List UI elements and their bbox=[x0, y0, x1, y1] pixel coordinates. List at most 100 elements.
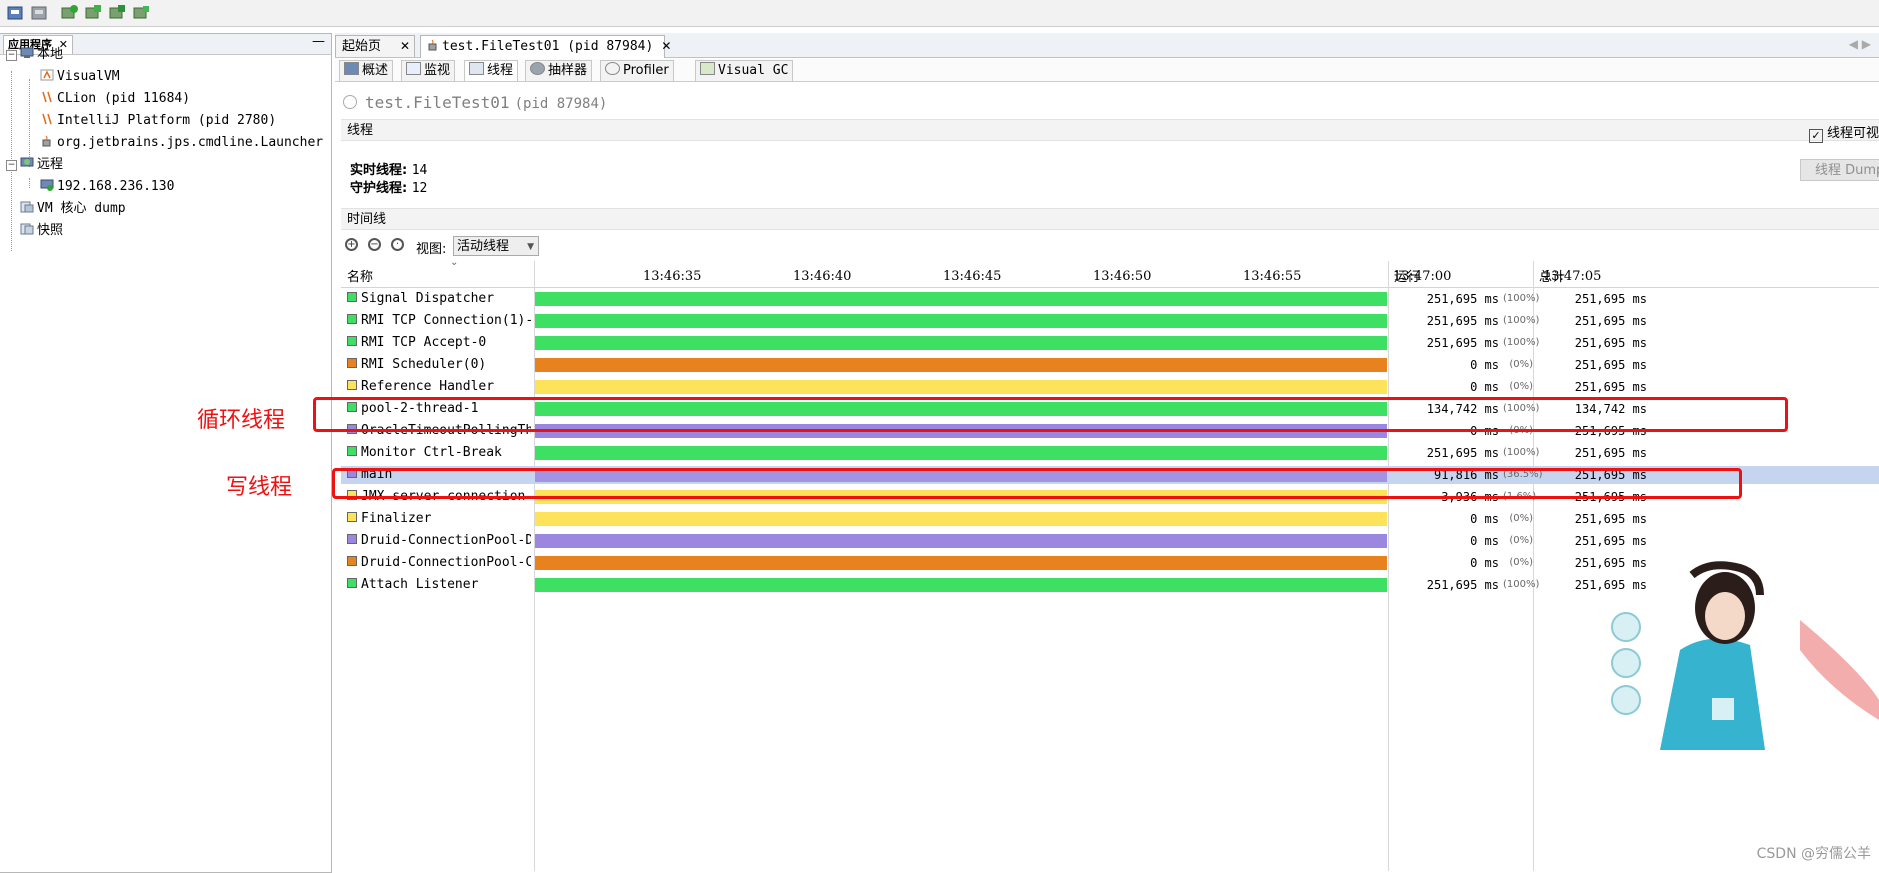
minimize-icon[interactable]: — bbox=[312, 34, 325, 49]
thread-run-time: 0 ms bbox=[1470, 358, 1499, 372]
thread-run-time: 0 ms bbox=[1470, 512, 1499, 526]
thread-name: Finalizer bbox=[347, 510, 531, 528]
table-row[interactable]: Finalizer 0 ms (0%) 251,695 ms bbox=[341, 510, 1879, 528]
table-row[interactable]: Signal Dispatcher 251,695 ms (100%) 251,695… bbox=[341, 290, 1879, 308]
thread-timeline-bar[interactable] bbox=[535, 578, 1387, 592]
expand-remote-toggle[interactable]: − bbox=[6, 160, 17, 171]
close-icon[interactable]: ✕ bbox=[400, 36, 410, 57]
tree-line bbox=[29, 79, 30, 167]
thread-name-label: Reference Handler bbox=[361, 379, 495, 394]
tab-threads[interactable]: 线程 bbox=[464, 60, 519, 81]
tree-line bbox=[29, 178, 30, 188]
tab-monitor-label: 监视 bbox=[424, 63, 451, 78]
thread-run-time: 251,695 ms bbox=[1426, 314, 1499, 328]
timeline-section-title: 时间线 bbox=[347, 212, 387, 227]
close-icon[interactable]: ✕ bbox=[661, 39, 671, 53]
zoom-fit-icon[interactable]: · bbox=[391, 238, 404, 251]
tree-label-vm-dump: VM 核心 dump bbox=[37, 201, 126, 216]
thread-state-icon bbox=[347, 446, 357, 456]
thread-run-time: 251,695 ms bbox=[1426, 446, 1499, 460]
tab-app[interactable]: test.FileTest01 (pid 87984) ✕ bbox=[420, 35, 671, 58]
table-row[interactable]: Druid-ConnectionPool-Destroy 0 ms (0%) 251,… bbox=[341, 532, 1879, 550]
thread-timeline-bar[interactable] bbox=[535, 292, 1387, 306]
thread-name-label: Druid-ConnectionPool-Destroy bbox=[361, 533, 531, 548]
threads-visible-checkbox[interactable]: ✓ 线程可视 bbox=[1808, 123, 1879, 145]
thread-timeline-bar[interactable] bbox=[535, 380, 1387, 394]
tree-item-launcher[interactable]: org.jetbrains.jps.cmdline.Launcher bbox=[40, 133, 323, 153]
profiler-icon bbox=[605, 62, 620, 75]
thread-run-percent: (0%) bbox=[1509, 513, 1533, 524]
save-icon[interactable] bbox=[30, 4, 48, 22]
java-cup-icon bbox=[40, 134, 54, 147]
tree-item-local[interactable]: 本地 bbox=[20, 45, 63, 65]
timeline-tick-label: 13:46:40 bbox=[793, 269, 852, 284]
tree-item-clion[interactable]: CLion (pid 11684) bbox=[40, 89, 190, 109]
tree-label-snapshots: 快照 bbox=[37, 223, 64, 238]
tree-label-remote-host: 192.168.236.130 bbox=[57, 179, 175, 194]
thread-state-icon bbox=[347, 314, 357, 324]
computer-icon bbox=[20, 46, 34, 58]
tab-start-page-label: 起始页 bbox=[342, 39, 382, 54]
tree-item-visualvm[interactable]: VisualVM bbox=[40, 67, 120, 87]
thread-timeline-bar[interactable] bbox=[535, 556, 1387, 570]
heap-dump-icon[interactable] bbox=[85, 4, 103, 22]
thread-dump-button[interactable]: 线程 Dump bbox=[1800, 159, 1879, 181]
thread-state-icon bbox=[347, 292, 357, 302]
thread-state-icon bbox=[347, 534, 357, 544]
loop-thread-annotation: 循环线程 bbox=[197, 408, 286, 433]
thread-name: Druid-ConnectionPool-Destroy bbox=[347, 532, 531, 550]
thread-name: Reference Handler bbox=[347, 378, 531, 396]
view-select[interactable]: 活动线程 ▼ bbox=[453, 236, 539, 256]
thread-timeline-bar[interactable] bbox=[535, 512, 1387, 526]
add-jmx-icon[interactable] bbox=[61, 4, 79, 22]
thread-timeline-bar[interactable] bbox=[535, 534, 1387, 548]
zoom-in-icon[interactable]: + bbox=[345, 238, 358, 251]
table-row[interactable]: RMI TCP Accept-0 251,695 ms (100%) 251,695 … bbox=[341, 334, 1879, 352]
thread-name-label: Finalizer bbox=[361, 511, 432, 526]
open-icon[interactable] bbox=[6, 4, 24, 22]
snapshot-icon[interactable] bbox=[133, 4, 151, 22]
tree-item-intellij[interactable]: IntelliJ Platform (pid 2780) bbox=[40, 111, 276, 131]
document-tabs: 起始页 ✕ test.FileTest01 (pid 87984) ✕ ◀ ▶ bbox=[335, 33, 1879, 58]
thread-timeline-bar[interactable] bbox=[535, 446, 1387, 460]
page-title: test.FileTest01 (pid 87984) bbox=[343, 93, 607, 112]
visual-gc-icon bbox=[700, 62, 715, 75]
thread-state-icon bbox=[347, 380, 357, 390]
thread-state-icon bbox=[347, 358, 357, 368]
tab-profiler[interactable]: Profiler bbox=[600, 60, 674, 81]
tree-item-snapshots[interactable]: 快照 bbox=[20, 221, 63, 241]
tab-scroll-arrows[interactable]: ◀ ▶ bbox=[1849, 37, 1871, 51]
thread-timeline-bar[interactable] bbox=[535, 336, 1387, 350]
tab-monitor[interactable]: 监视 bbox=[401, 60, 456, 81]
table-row[interactable]: Reference Handler 0 ms (0%) 251,695 ms bbox=[341, 378, 1879, 396]
tree-item-remote[interactable]: 远程 bbox=[20, 155, 63, 175]
thread-run-time: 0 ms bbox=[1470, 556, 1499, 570]
expand-local-toggle[interactable]: − bbox=[6, 50, 17, 61]
tree-label-remote: 远程 bbox=[37, 157, 64, 172]
tab-app-label: test.FileTest01 (pid 87984) bbox=[442, 39, 654, 54]
column-header-name[interactable]: 名称 bbox=[347, 266, 373, 285]
app-title-name: test.FileTest01 bbox=[365, 93, 510, 112]
thread-total-time: 251,695 ms bbox=[1574, 336, 1647, 350]
tab-sampler[interactable]: 抽样器 bbox=[525, 60, 593, 81]
thread-timeline-bar[interactable] bbox=[535, 314, 1387, 328]
table-row[interactable]: RMI TCP Connection(1)-192.168.236.1 251,6… bbox=[341, 312, 1879, 330]
tab-overview[interactable]: 概述 bbox=[339, 60, 394, 81]
thread-run-percent: (100%) bbox=[1503, 293, 1540, 304]
thread-dump-icon[interactable] bbox=[109, 4, 127, 22]
tab-visual-gc[interactable]: Visual GC bbox=[695, 60, 794, 81]
tree-item-remote-host[interactable]: 192.168.236.130 bbox=[40, 177, 174, 197]
timeline-tick-label: 13:46:55 bbox=[1243, 269, 1302, 284]
live-threads-value: 14 bbox=[411, 163, 428, 178]
tree-item-vm-dump[interactable]: VM 核心 dump bbox=[20, 199, 126, 219]
table-row[interactable]: Monitor Ctrl-Break 251,695 ms (100%) 251,69… bbox=[341, 444, 1879, 462]
tab-start-page[interactable]: 起始页 ✕ bbox=[335, 35, 415, 57]
thread-timeline-bar[interactable] bbox=[535, 358, 1387, 372]
sub-tabs: 概述 监视 线程 抽样器 Profiler Visual GC bbox=[335, 59, 1879, 82]
tree-label-launcher: org.jetbrains.jps.cmdline.Launcher bbox=[57, 135, 324, 150]
table-row[interactable]: RMI Scheduler(0) 0 ms (0%) 251,695 ms bbox=[341, 356, 1879, 374]
daemon-threads-label: 守护线程: bbox=[350, 181, 408, 196]
timeline-tick-label: 13:46:35 bbox=[643, 269, 702, 284]
timeline-tick-label: 13:46:45 bbox=[943, 269, 1002, 284]
zoom-out-icon[interactable]: − bbox=[368, 238, 381, 251]
